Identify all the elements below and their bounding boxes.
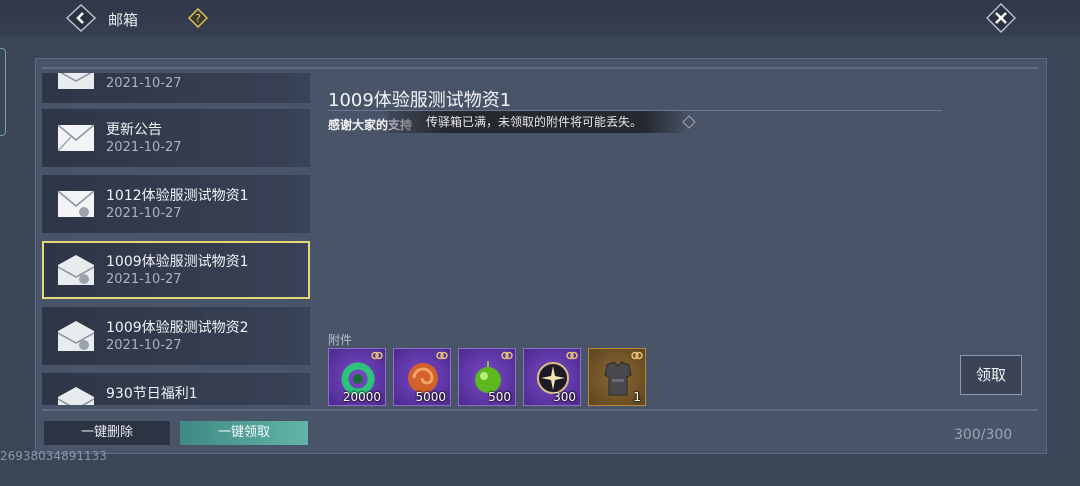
attachment-slot[interactable]: 300: [523, 348, 581, 406]
mail-date: 2021-10-27: [106, 76, 182, 91]
diamond-icon: [682, 115, 696, 129]
top-bar: 邮箱 ?: [0, 0, 1080, 36]
attachment-slot[interactable]: 20000: [328, 348, 386, 406]
envelope-attachment-icon: [57, 190, 95, 217]
mail-item[interactable]: 1009体验服测试物资2 2021-10-27: [42, 307, 310, 365]
mail-title: 1009体验服测试物资2: [106, 320, 249, 336]
envelope-open-icon: [58, 73, 94, 89]
envelope-open-icon: [57, 255, 95, 285]
delete-all-button[interactable]: 一键删除: [44, 421, 170, 445]
envelope-open-icon: [57, 321, 95, 351]
divider: [42, 409, 1038, 411]
item-count: 300: [553, 390, 576, 404]
mail-date: 2021-10-27: [106, 140, 182, 155]
claim-button[interactable]: 领取: [960, 355, 1022, 395]
item-count: 20000: [342, 390, 381, 404]
mailbox-capacity: 300/300: [954, 427, 1013, 443]
item-count: 500: [488, 390, 511, 404]
mail-detail-title: 1009体验服测试物资1: [328, 90, 512, 111]
mail-panel: 2021-10-27 更新公告 2021-10-27 1012体验服测试物资1 …: [35, 58, 1047, 454]
attachment-slot[interactable]: 1: [588, 348, 646, 406]
mail-date: 2021-10-27: [106, 272, 182, 287]
mail-date: 2021-10-27: [106, 206, 182, 221]
toast-text: 传驿箱已满，未领取的附件将可能丢失。: [426, 115, 643, 129]
mail-title: 930节日福利1: [106, 386, 198, 402]
envelope-icon: [57, 124, 95, 152]
mail-item[interactable]: 930节日福利1: [42, 373, 310, 405]
svg-text:?: ?: [195, 12, 201, 25]
mail-list[interactable]: 2021-10-27 更新公告 2021-10-27 1012体验服测试物资1 …: [42, 73, 312, 405]
attachment-slot[interactable]: 500: [458, 348, 516, 406]
help-icon[interactable]: ?: [188, 8, 208, 28]
mail-item[interactable]: 2021-10-27: [42, 73, 310, 103]
divider: [42, 67, 1038, 69]
close-button[interactable]: [986, 3, 1016, 33]
claim-all-button[interactable]: 一键领取: [180, 421, 308, 445]
mail-date: 2021-10-27: [106, 338, 182, 353]
mail-title: 1009体验服测试物资1: [106, 254, 249, 270]
envelope-open-icon: [57, 387, 95, 405]
player-uid: 26938034891133: [0, 449, 107, 463]
page-title: 邮箱: [108, 11, 139, 29]
attachments-label: 附件: [328, 333, 353, 347]
side-tab[interactable]: [0, 48, 6, 136]
mailbox-full-toast: 传驿箱已满，未领取的附件将可能丢失。: [388, 111, 696, 133]
mail-item[interactable]: 1012体验服测试物资1 2021-10-27: [42, 175, 310, 233]
mail-item[interactable]: 更新公告 2021-10-27: [42, 109, 310, 167]
mail-item-selected[interactable]: 1009体验服测试物资1 2021-10-27: [42, 241, 310, 299]
attachment-slot[interactable]: 5000: [393, 348, 451, 406]
item-count: 5000: [415, 390, 446, 404]
mail-title: 1012体验服测试物资1: [106, 188, 249, 204]
item-count: 1: [633, 390, 641, 404]
mail-title: 更新公告: [106, 122, 162, 138]
back-button[interactable]: [66, 4, 96, 32]
